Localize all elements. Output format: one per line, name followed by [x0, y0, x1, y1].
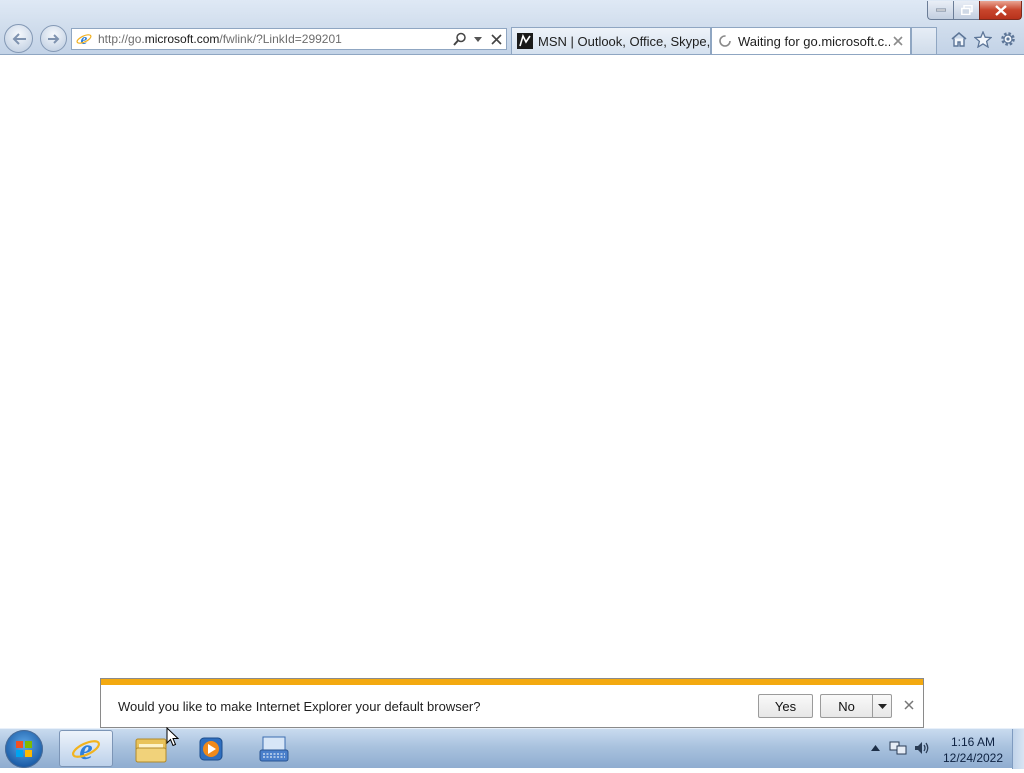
keyboard-icon	[259, 736, 289, 761]
forward-button[interactable]	[40, 25, 67, 52]
minimize-button[interactable]	[927, 1, 953, 20]
notification-message: Would you like to make Internet Explorer…	[118, 699, 481, 714]
back-arrow-icon	[12, 32, 26, 45]
close-icon	[994, 4, 1007, 16]
show-hidden-icons-icon[interactable]	[866, 739, 884, 757]
restore-button[interactable]	[953, 1, 979, 20]
notification-stripe	[101, 679, 923, 685]
yes-button[interactable]: Yes	[758, 694, 813, 718]
close-window-button[interactable]	[979, 1, 1022, 20]
home-icon[interactable]	[948, 28, 970, 50]
default-browser-notification: Would you like to make Internet Explorer…	[100, 678, 924, 728]
chevron-down-icon	[877, 703, 887, 709]
no-button[interactable]: No	[820, 694, 872, 718]
taskbar: e 1:16 AM 12/24/2022	[0, 728, 1024, 769]
stop-icon[interactable]	[488, 31, 504, 47]
forward-arrow-icon	[47, 33, 59, 44]
gear-icon[interactable]	[997, 28, 1019, 50]
system-clock[interactable]: 1:16 AM 12/24/2022	[937, 734, 1009, 766]
network-icon[interactable]	[889, 739, 907, 757]
page-content	[0, 55, 1024, 728]
svg-text:e: e	[79, 734, 92, 764]
favorites-star-icon[interactable]	[972, 28, 994, 50]
internet-explorer-icon: e	[72, 734, 100, 764]
mouse-cursor-icon	[166, 727, 180, 747]
msn-icon	[517, 33, 533, 49]
clock-date: 12/24/2022	[942, 751, 1004, 765]
browser-frame: e http://go.microsoft.com/fwlink/?LinkId…	[0, 0, 1024, 55]
tab-msn[interactable]: MSN | Outlook, Office, Skype, ...	[511, 27, 711, 54]
folder-icon	[135, 738, 167, 762]
svg-text:e: e	[81, 32, 88, 47]
tab-label: Waiting for go.microsoft.c...	[738, 33, 890, 49]
taskbar-internet-explorer[interactable]: e	[59, 730, 113, 767]
taskbar-on-screen-keyboard[interactable]	[247, 730, 301, 767]
address-bar[interactable]: e http://go.microsoft.com/fwlink/?LinkId…	[71, 28, 507, 50]
clock-time: 1:16 AM	[950, 735, 996, 749]
volume-icon[interactable]	[913, 739, 931, 757]
start-button[interactable]	[5, 730, 43, 768]
address-url: http://go.microsoft.com/fwlink/?LinkId=2…	[98, 32, 342, 46]
tab-close-icon[interactable]	[890, 36, 906, 46]
show-desktop-button[interactable]	[1012, 729, 1024, 769]
notification-close-icon[interactable]	[902, 698, 916, 712]
media-player-icon	[199, 737, 223, 760]
address-dropdown-icon[interactable]	[470, 31, 486, 47]
ie-page-icon: e	[76, 32, 92, 47]
restore-icon	[960, 5, 973, 15]
search-icon[interactable]	[452, 31, 468, 47]
minimize-icon	[935, 8, 946, 12]
windows-logo-icon	[16, 741, 32, 757]
taskbar-windows-media-player[interactable]	[184, 730, 238, 767]
back-button[interactable]	[4, 24, 33, 53]
tab-loading[interactable]: Waiting for go.microsoft.c...	[711, 27, 911, 54]
new-tab-button[interactable]	[911, 27, 937, 54]
window-controls	[927, 1, 1022, 20]
loading-icon	[717, 33, 733, 49]
tab-label: MSN | Outlook, Office, Skype, ...	[538, 33, 710, 49]
no-options-dropdown[interactable]	[872, 694, 892, 718]
